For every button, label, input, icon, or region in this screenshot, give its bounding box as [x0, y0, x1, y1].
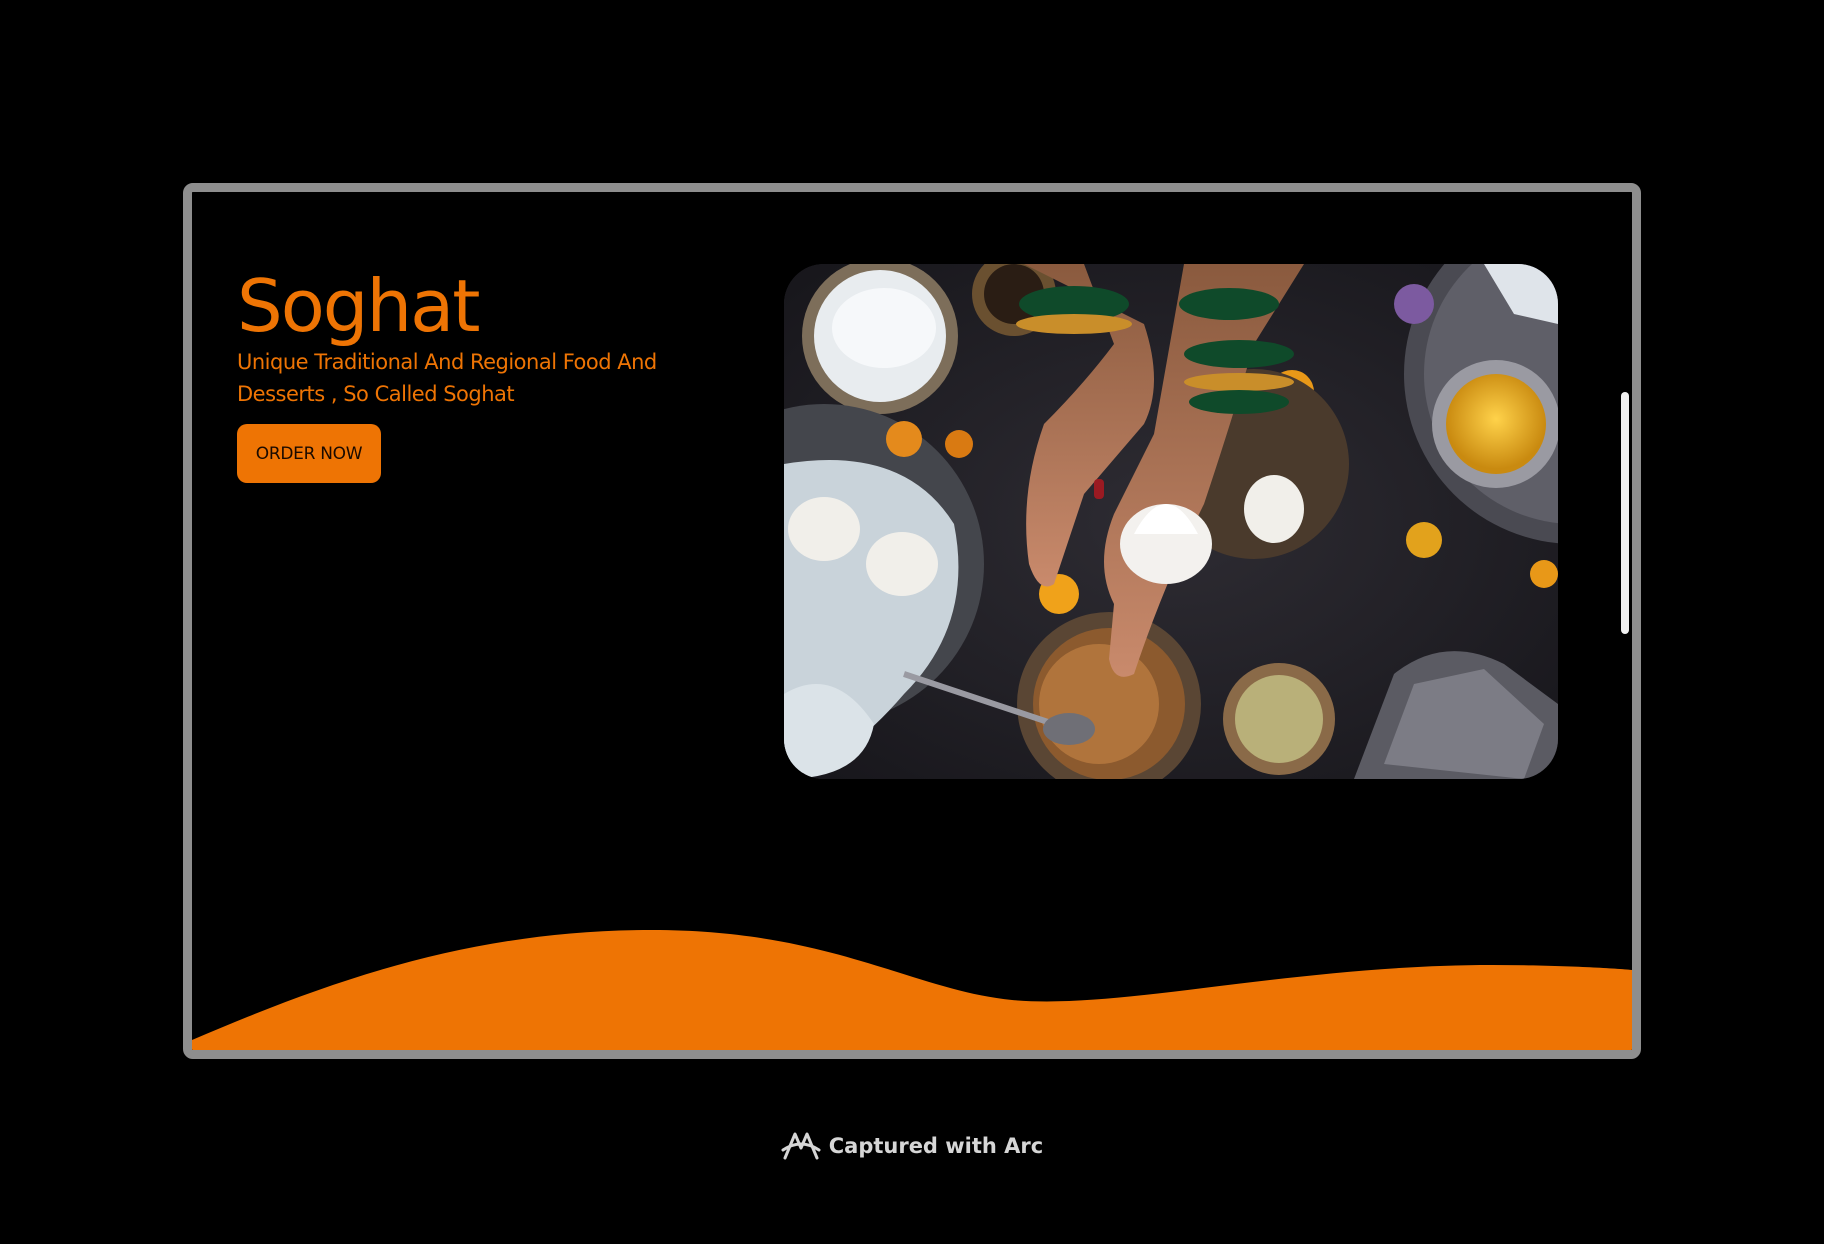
captured-with-arc: Captured with Arc	[0, 1130, 1824, 1162]
hero-text: Soghat Unique Traditional And Regional F…	[237, 266, 757, 483]
orange-wave-decoration	[192, 930, 1632, 1050]
brand-title: Soghat	[237, 264, 480, 348]
page-viewport: Soghat Unique Traditional And Regional F…	[192, 192, 1632, 1050]
hero-image	[784, 264, 1558, 779]
captured-label: Captured with Arc	[828, 1134, 1044, 1158]
page-scrollbar[interactable]	[1621, 392, 1629, 634]
browser-window: Soghat Unique Traditional And Regional F…	[183, 183, 1641, 1059]
hero-tagline: Unique Traditional And Regional Food And…	[237, 350, 657, 406]
screenshot-stage: Soghat Unique Traditional And Regional F…	[0, 0, 1824, 1244]
order-now-button[interactable]: ORDER NOW	[237, 424, 381, 483]
hero-food-illustration	[784, 264, 1558, 779]
arc-logo-icon	[781, 1132, 821, 1160]
